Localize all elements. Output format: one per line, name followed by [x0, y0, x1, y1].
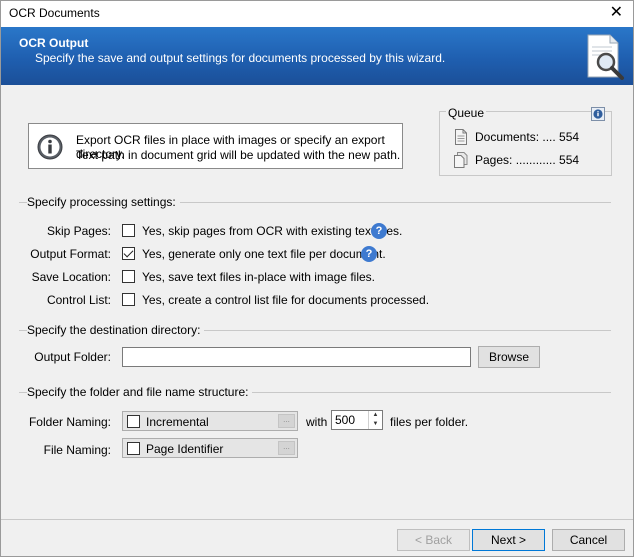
info-text-line2: Text path in document grid will be updat…: [76, 148, 401, 162]
spinner-up-icon[interactable]: ▲: [369, 411, 382, 420]
queue-info-icon[interactable]: [591, 107, 605, 121]
banner-subtitle: Specify the save and output settings for…: [35, 51, 446, 65]
file-naming-ellipsis-button[interactable]: ...: [278, 441, 295, 455]
footer-divider: [1, 519, 633, 520]
output-folder-input[interactable]: [122, 347, 471, 367]
wizard-banner: OCR Output Specify the save and output s…: [1, 27, 633, 85]
file-naming-checkbox[interactable]: [127, 442, 140, 455]
output-folder-label: Output Folder:: [34, 350, 111, 364]
destination-section-label: Specify the destination directory:: [27, 323, 205, 337]
folder-naming-value: Incremental: [146, 415, 209, 429]
queue-documents-text: Documents: .... 554: [475, 130, 580, 144]
save-location-text: Yes, save text files in-place with image…: [142, 270, 375, 284]
close-icon[interactable]: ✕: [610, 4, 623, 22]
document-magnifier-icon: [587, 34, 624, 80]
pages-icon: [454, 152, 468, 168]
help-icon[interactable]: ?: [361, 246, 377, 262]
output-format-label: Output Format:: [30, 247, 111, 261]
output-format-text: Yes, generate only one text file per doc…: [142, 247, 386, 261]
skip-pages-checkbox[interactable]: [122, 224, 135, 237]
file-naming-label: File Naming:: [43, 443, 111, 457]
folder-naming-label: Folder Naming:: [28, 415, 111, 429]
skip-pages-text: Yes, skip pages from OCR with existing t…: [142, 224, 403, 238]
file-naming-value: Page Identifier: [146, 442, 224, 456]
cancel-button[interactable]: Cancel: [552, 529, 625, 551]
output-format-checkbox[interactable]: [122, 247, 135, 260]
folder-naming-checkbox[interactable]: [127, 415, 140, 428]
queue-title: Queue: [446, 106, 487, 120]
control-list-text: Yes, create a control list file for docu…: [142, 293, 430, 307]
wizard-window: OCR Documents ✕ OCR Output Specify the s…: [0, 0, 634, 557]
title-bar: OCR Documents ✕: [1, 1, 633, 27]
queue-panel: Queue Documents: .... 554 Pages: .......…: [439, 106, 612, 176]
control-list-label: Control List:: [46, 293, 111, 307]
skip-pages-label: Skip Pages:: [46, 224, 111, 238]
next-button[interactable]: Next >: [472, 529, 545, 551]
folder-naming-picker[interactable]: Incremental ...: [122, 411, 298, 431]
structure-section: Specify the folder and file name structu…: [19, 385, 611, 399]
window-title: OCR Documents: [9, 6, 100, 20]
back-button[interactable]: < Back: [397, 529, 470, 551]
save-location-label: Save Location:: [31, 270, 111, 284]
file-naming-picker[interactable]: Page Identifier ...: [122, 438, 298, 458]
destination-section: Specify the destination directory:: [19, 323, 611, 337]
queue-pages-text: Pages: ............ 554: [475, 153, 580, 167]
info-box: Export OCR files in place with images or…: [28, 123, 403, 169]
files-per-folder-value: 500: [335, 413, 356, 427]
save-location-checkbox[interactable]: [122, 270, 135, 283]
files-per-folder-spinner[interactable]: 500 ▲ ▼: [331, 410, 383, 430]
banner-title: OCR Output: [19, 36, 89, 50]
processing-section: Specify processing settings:: [19, 195, 611, 209]
spinner-down-icon[interactable]: ▼: [369, 420, 382, 429]
browse-button[interactable]: Browse: [478, 346, 540, 368]
document-icon: [455, 129, 467, 145]
with-label: with: [306, 415, 328, 429]
processing-section-label: Specify processing settings:: [27, 195, 180, 209]
folder-naming-ellipsis-button[interactable]: ...: [278, 414, 295, 428]
spinner-arrows[interactable]: ▲ ▼: [368, 411, 382, 429]
structure-section-label: Specify the folder and file name structu…: [27, 385, 253, 399]
info-icon: [37, 134, 63, 160]
files-per-folder-label: files per folder.: [390, 415, 469, 429]
help-icon[interactable]: ?: [371, 223, 387, 239]
control-list-checkbox[interactable]: [122, 293, 135, 306]
